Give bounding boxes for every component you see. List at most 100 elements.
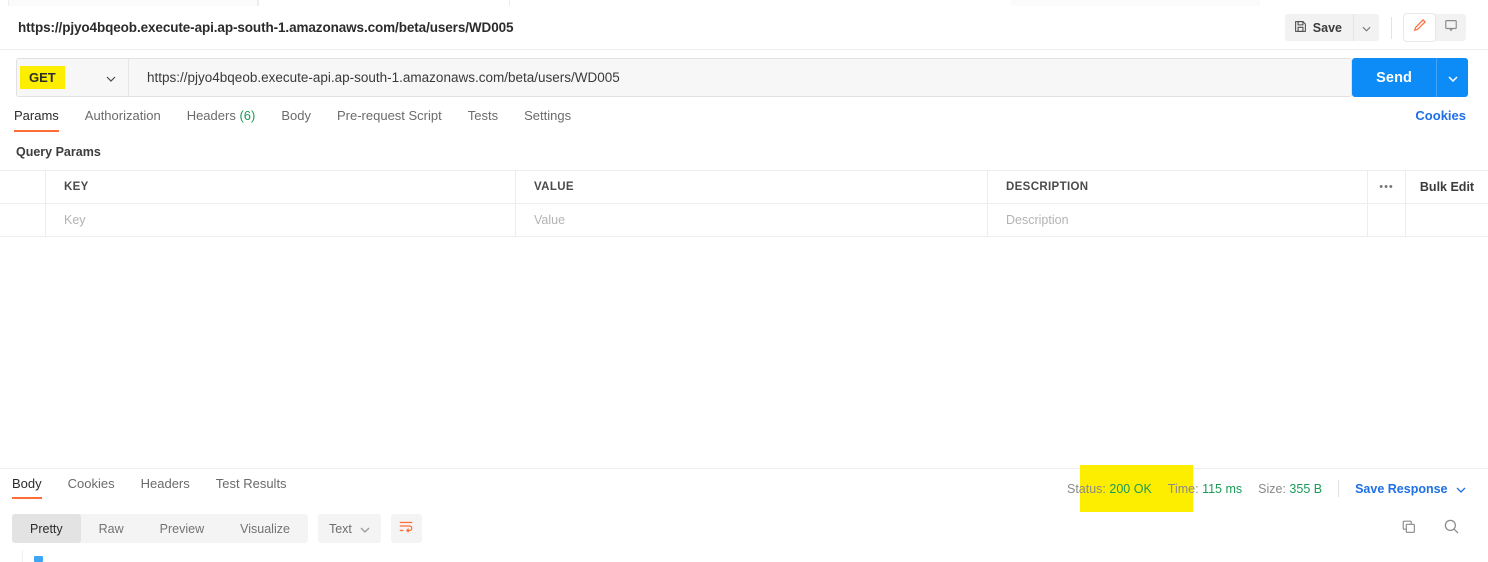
save-group: Save	[1284, 14, 1379, 41]
table-row: Key Value Description	[0, 204, 1488, 237]
format-pretty-button[interactable]: Pretty	[12, 514, 81, 543]
edit-pencil-button[interactable]	[1404, 14, 1435, 41]
tab-label: Settings	[524, 108, 572, 123]
row-spacer-cell-2	[1406, 204, 1488, 236]
column-header-description: DESCRIPTION	[988, 171, 1368, 203]
comment-button[interactable]	[1435, 14, 1466, 41]
save-icon	[1294, 20, 1307, 36]
search-button[interactable]	[1443, 518, 1460, 535]
chevron-down-icon	[1362, 19, 1371, 37]
size-item: Size: 355 B	[1258, 482, 1322, 496]
query-params-table: KEY VALUE DESCRIPTION ••• Bulk Edit Key …	[0, 170, 1488, 237]
value-input[interactable]: Value	[516, 204, 988, 236]
size-label: Size:	[1258, 481, 1286, 496]
time-label: Time:	[1167, 481, 1199, 496]
tab-settings[interactable]: Settings	[511, 108, 584, 132]
tab-label: Test Results	[215, 476, 287, 491]
tab-label: Headers	[140, 476, 190, 491]
status-label: Status:	[1066, 481, 1106, 496]
save-response-button[interactable]: Save Response	[1355, 482, 1466, 496]
http-method-select[interactable]: GET	[17, 59, 129, 96]
tab-label: Params	[14, 108, 59, 123]
tab-label: Headers	[186, 108, 236, 123]
status-item: Status: 200 OK	[1067, 482, 1152, 496]
status-value: 200 OK	[1109, 481, 1152, 496]
response-type-select[interactable]: Text	[317, 514, 381, 543]
save-button[interactable]: Save	[1284, 14, 1353, 41]
tab-label: Tests	[467, 108, 499, 123]
response-format-bar: Pretty Raw Preview Visualize Text	[12, 514, 422, 543]
key-input[interactable]: Key	[46, 204, 516, 236]
comment-icon	[1444, 18, 1458, 37]
tab-label: Cookies	[67, 476, 115, 491]
time-value: 115 ms	[1202, 481, 1243, 496]
url-bar: GET https://pjyo4bqeob.execute-api.ap-so…	[16, 58, 1352, 97]
format-visualize-button[interactable]: Visualize	[222, 514, 308, 543]
pencil-icon	[1413, 18, 1427, 37]
http-method-value: GET	[20, 66, 65, 89]
tab-label: Pre-request Script	[336, 108, 442, 123]
send-group: Send	[1352, 58, 1468, 97]
request-title-bar: https://pjyo4bqeob.execute-api.ap-south-…	[0, 6, 1488, 50]
request-title: https://pjyo4bqeob.execute-api.ap-south-…	[18, 20, 514, 35]
response-status-bar: Status: 200 OK Time: 115 ms Size: 355 B …	[1067, 480, 1466, 497]
divider	[1391, 16, 1392, 39]
tab-label: Body	[12, 476, 42, 491]
response-tools	[1401, 518, 1460, 535]
title-bar-actions: Save	[1284, 6, 1488, 50]
tab-label: Body	[281, 108, 311, 123]
response-tab-headers[interactable]: Headers	[128, 476, 203, 499]
response-type-value: Text	[328, 521, 352, 536]
tab-headers[interactable]: Headers (6)	[174, 108, 269, 132]
tab-label: Authorization	[84, 108, 161, 123]
word-wrap-icon	[398, 519, 414, 538]
bulk-edit-label: Bulk Edit	[1419, 180, 1475, 194]
tab-body[interactable]: Body	[268, 108, 324, 132]
cookies-link[interactable]: Cookies	[1415, 108, 1466, 123]
bulk-edit-button[interactable]: Bulk Edit	[1406, 171, 1488, 203]
response-tab-test-results[interactable]: Test Results	[203, 476, 300, 499]
tab-authorization[interactable]: Authorization	[72, 108, 174, 132]
response-tabs: Body Cookies Headers Test Results	[12, 476, 300, 499]
send-button[interactable]: Send	[1352, 58, 1436, 97]
request-tabs: Params Authorization Headers (6) Body Pr…	[0, 108, 1488, 137]
query-params-label: Query Params	[16, 145, 101, 159]
chevron-down-icon	[1451, 482, 1466, 496]
postman-request-window: https://pjyo4bqeob.execute-api.ap-south-…	[0, 0, 1488, 562]
column-header-key: KEY	[46, 171, 516, 203]
response-body-preview	[34, 556, 43, 562]
tab-tests[interactable]: Tests	[455, 108, 511, 132]
response-tab-body[interactable]: Body	[12, 476, 55, 499]
save-options-button[interactable]	[1353, 14, 1379, 41]
save-label: Save	[1312, 20, 1342, 35]
tab-pre-request-script[interactable]: Pre-request Script	[324, 108, 455, 132]
chevron-down-icon	[106, 69, 116, 87]
response-divider	[0, 468, 1488, 469]
chevron-down-icon	[360, 522, 370, 536]
view-mode-group	[1404, 14, 1466, 41]
format-preview-button[interactable]: Preview	[142, 514, 222, 543]
table-options-button[interactable]: •••	[1368, 171, 1406, 203]
time-item: Time: 115 ms	[1168, 482, 1242, 496]
send-options-button[interactable]	[1436, 58, 1468, 97]
row-checkbox-cell[interactable]	[0, 204, 46, 236]
format-raw-button[interactable]: Raw	[81, 514, 142, 543]
response-tab-cookies[interactable]: Cookies	[55, 476, 128, 499]
row-spacer-cell	[1368, 204, 1406, 236]
ellipsis-icon: •••	[1379, 181, 1394, 193]
wrap-lines-button[interactable]	[390, 514, 422, 543]
headers-count-badge: (6)	[239, 108, 256, 123]
url-input[interactable]: https://pjyo4bqeob.execute-api.ap-south-…	[129, 59, 1351, 96]
divider	[1338, 480, 1340, 497]
description-input[interactable]: Description	[988, 204, 1368, 236]
tab-params[interactable]: Params	[14, 108, 72, 132]
size-value: 355 B	[1289, 481, 1323, 496]
header-checkbox-cell	[0, 171, 46, 203]
column-header-value: VALUE	[516, 171, 988, 203]
response-gutter	[22, 550, 23, 562]
copy-button[interactable]	[1401, 519, 1417, 535]
save-response-label: Save Response	[1355, 481, 1448, 496]
table-header-row: KEY VALUE DESCRIPTION ••• Bulk Edit	[0, 171, 1488, 204]
chevron-down-icon	[1447, 70, 1458, 85]
format-mode-group: Pretty Raw Preview Visualize	[12, 514, 308, 543]
